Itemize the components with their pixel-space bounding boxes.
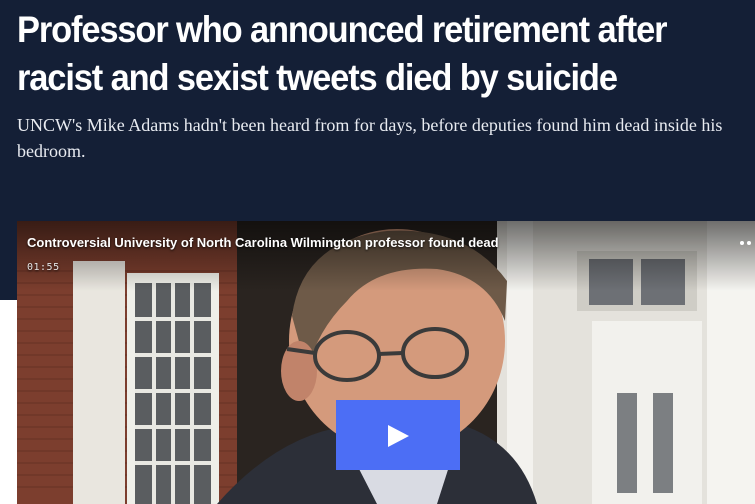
play-icon xyxy=(388,425,409,447)
video-player[interactable]: Controversial University of North Caroli… xyxy=(17,221,755,504)
more-dots-icon[interactable] xyxy=(740,241,755,245)
video-duration: 01:55 xyxy=(27,262,60,273)
headline: Professor who announced retirement after… xyxy=(17,6,701,102)
headline-line-2: racist and sexist tweets died by suicide xyxy=(17,57,618,98)
video-title: Controversial University of North Caroli… xyxy=(27,235,499,250)
article-dek: UNCW's Mike Adams hadn't been heard from… xyxy=(17,115,723,161)
headline-line-1: Professor who announced retirement after xyxy=(17,9,668,50)
video-overlay xyxy=(17,221,755,291)
play-button[interactable] xyxy=(336,400,460,470)
